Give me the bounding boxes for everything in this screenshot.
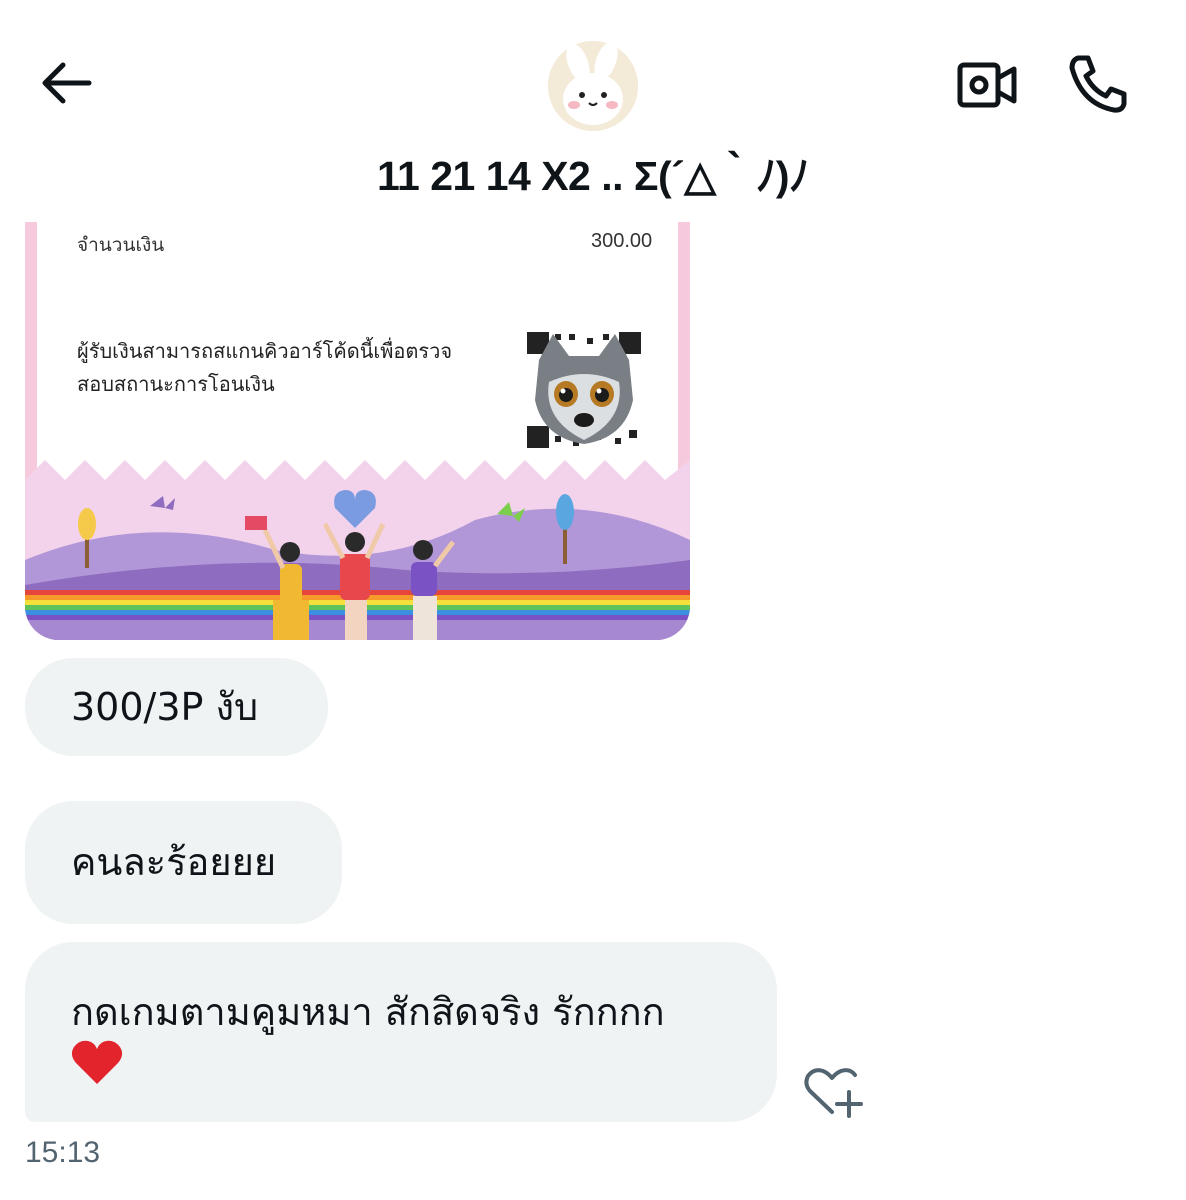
amount-label: จำนวนเงิน <box>77 235 165 256</box>
message-bubble[interactable]: คนละร้อยยย <box>25 801 342 924</box>
message-text: กดเกมตามคูมหมา สักสิดจริง รักกกก <box>71 990 665 1034</box>
pride-illustration <box>25 460 690 640</box>
avatar[interactable] <box>548 41 638 131</box>
add-reaction-button[interactable] <box>802 1064 868 1120</box>
payment-receipt-image[interactable]: จำนวนเงิน 300.00 ผู้รับเงินสามารถสแกนคิว… <box>25 180 690 640</box>
message-bubble[interactable]: กดเกมตามคูมหมา สักสิดจริง รักกกก <box>25 942 777 1122</box>
bunny-avatar-image <box>548 41 638 131</box>
video-call-button[interactable] <box>955 58 1019 112</box>
conversation-header: 11 21 14 X2 .. Σ(´△｀ﾉ)ﾉ <box>0 0 1186 222</box>
heart-plus-icon <box>804 1068 863 1118</box>
voice-call-button[interactable] <box>1064 52 1130 116</box>
conversation-title[interactable]: 11 21 14 X2 .. Σ(´△｀ﾉ)ﾉ <box>0 142 1186 202</box>
phone-icon <box>1069 55 1127 113</box>
message-timestamp: 15:13 <box>25 1136 101 1169</box>
back-button[interactable] <box>36 55 96 111</box>
message-text: คนละร้อยยย <box>71 840 277 884</box>
message-text: 300/3P งับ <box>71 685 259 729</box>
amount-value: 300.00 <box>591 230 653 252</box>
qr-code-icon <box>525 330 643 450</box>
receipt-paper: จำนวนเงิน 300.00 ผู้รับเงินสามารถสแกนคิว… <box>37 180 678 480</box>
video-camera-icon <box>957 62 1017 108</box>
heart-emoji-icon <box>71 1038 123 1099</box>
message-bubble[interactable]: 300/3P งับ <box>25 658 328 756</box>
arrow-left-icon <box>42 62 92 104</box>
scan-note: ผู้รับเงินสามารถสแกนคิวอาร์โค้ดนี้เพื่อต… <box>77 341 453 396</box>
